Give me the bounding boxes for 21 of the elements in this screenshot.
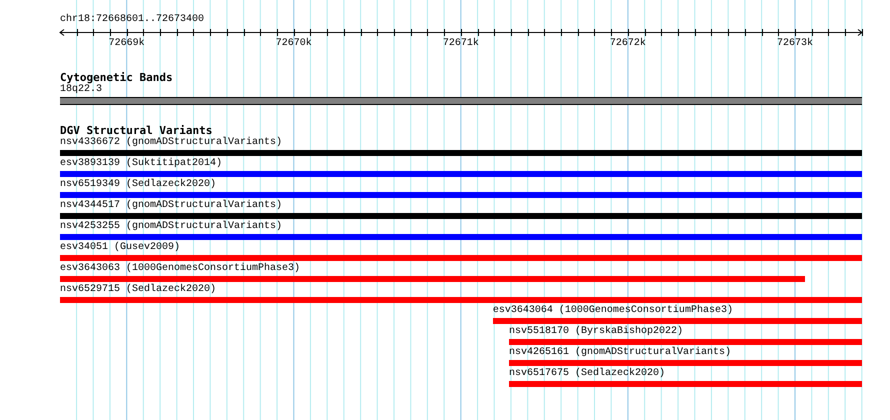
variant-label: nsv4336672 (gnomADStructuralVariants) xyxy=(60,137,282,149)
variant-label: esv3643063 (1000GenomesConsortiumPhase3) xyxy=(60,263,300,275)
variant-label: nsv6519349 (Sedlazeck2020) xyxy=(60,179,216,191)
variant-label: nsv4253255 (gnomADStructuralVariants) xyxy=(60,221,282,233)
tick-label: 72673k xyxy=(776,38,813,50)
variant-label: nsv6529715 (Sedlazeck2020) xyxy=(60,284,216,296)
track-title: Cytogenetic Bands xyxy=(60,72,173,84)
tick-label: 72670k xyxy=(276,38,312,50)
variant-label: esv3643064 (1000GenomesConsortiumPhase3) xyxy=(492,305,733,317)
tick-label: 72672k xyxy=(610,38,646,50)
band-label: 18q22.3 xyxy=(60,84,102,96)
track-title: DGV Structural Variants xyxy=(60,125,212,137)
variant-label: nsv4344517 (gnomADStructuralVariants) xyxy=(60,200,282,212)
variant-label: nsv4265161 (gnomADStructuralVariants) xyxy=(508,347,731,359)
variant-label: esv3893139 (Suktitipat2014) xyxy=(60,158,222,170)
location-label: chr18:72668601..72673400 xyxy=(60,14,206,26)
variant-label: esv34051 (Gusev2009) xyxy=(60,242,180,254)
tick-label: 72669k xyxy=(108,38,145,50)
tick-label: 72671k xyxy=(442,38,479,50)
variant-label: nsv5518170 (ByrskaBishop2022) xyxy=(508,326,683,338)
variant-label: nsv6517675 (Sedlazeck2020) xyxy=(508,368,665,380)
